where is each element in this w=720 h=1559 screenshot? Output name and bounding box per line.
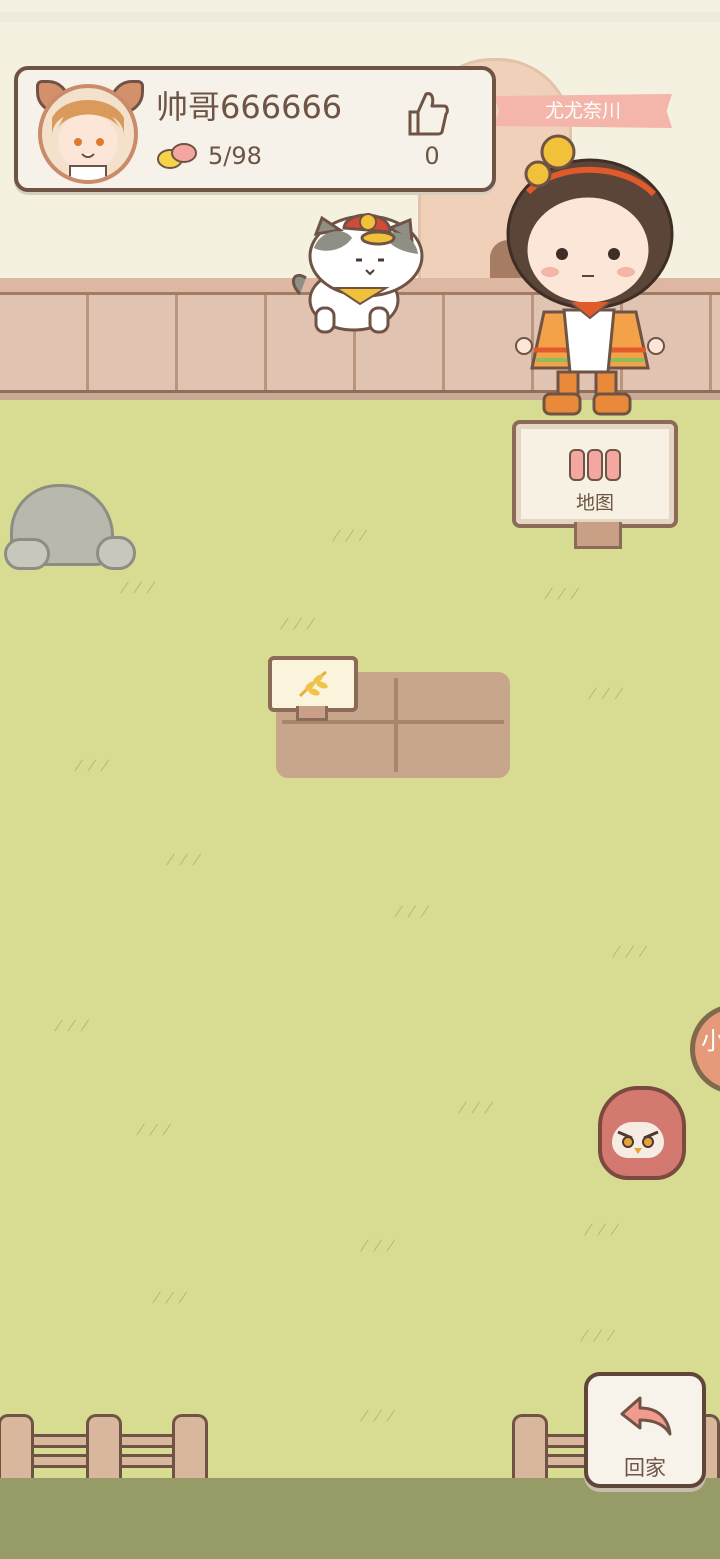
home-label: 回家: [624, 1456, 666, 1480]
grass-tuft: / / /: [359, 1238, 398, 1254]
plot-divider: [394, 678, 398, 772]
food-stat: 5/98: [156, 140, 262, 172]
grass-tuft: / / /: [579, 1328, 618, 1344]
wheat-icon: [298, 670, 328, 698]
food-count: 5/98: [208, 142, 262, 170]
owl-face: [612, 1122, 664, 1158]
thumbs-up-icon[interactable]: [404, 88, 450, 138]
map-button[interactable]: 地图: [512, 420, 678, 528]
owner-name: 尤尤奈川: [544, 100, 621, 122]
pebble: [4, 538, 50, 570]
grass-tuft: / / /: [457, 1100, 496, 1116]
crop-sign[interactable]: [268, 656, 358, 712]
crop-sign-post: [296, 706, 328, 721]
game-scene: / / / / / / / / / / / / / / / / / / / / …: [0, 0, 720, 1559]
grass-tuft: / / /: [331, 528, 370, 544]
grass-tuft: / / /: [165, 852, 204, 868]
side-badge-text: 小: [701, 1027, 720, 1055]
map-icon: [569, 449, 621, 481]
top-strip: [0, 12, 720, 22]
bottom-ground: [0, 1478, 720, 1559]
profile-card[interactable]: 帅哥666666 5/98 0: [14, 66, 496, 192]
back-arrow-icon: [620, 1396, 672, 1436]
pet-food-icon: [157, 143, 197, 169]
owner-character[interactable]: [498, 132, 682, 422]
home-button[interactable]: 回家: [584, 1372, 706, 1488]
grass-tuft: / / /: [119, 580, 158, 596]
fence-post: [512, 1414, 548, 1486]
map-label: 地图: [575, 492, 614, 514]
map-sign-post: [574, 522, 622, 549]
grass-tuft: / / /: [583, 1222, 622, 1238]
cat-npc[interactable]: [286, 208, 436, 338]
fence-post: [172, 1414, 208, 1486]
grass-tuft: / / /: [53, 1018, 92, 1034]
owl-face-icon: [617, 1130, 659, 1154]
avatar[interactable]: [38, 84, 138, 184]
pebble: [96, 536, 136, 570]
fence-post: [86, 1414, 122, 1486]
grass-tuft: / / /: [279, 616, 318, 632]
grass-tuft: / / /: [151, 1290, 190, 1306]
grass-tuft: / / /: [359, 1408, 398, 1424]
grass-tuft: / / /: [543, 586, 582, 602]
fence-post: [0, 1414, 34, 1486]
avatar-face-icon: [52, 100, 124, 180]
username: 帅哥666666: [156, 88, 343, 126]
fence-left: [0, 1414, 210, 1486]
grass-tuft: / / /: [73, 758, 112, 774]
grass-tuft: / / /: [587, 686, 626, 702]
owl-doll[interactable]: [598, 1086, 686, 1180]
grass-tuft: / / /: [393, 904, 432, 920]
likes-count: 0: [424, 142, 440, 170]
grass-tuft: / / /: [611, 944, 650, 960]
grass-tuft: / / /: [135, 1122, 174, 1138]
